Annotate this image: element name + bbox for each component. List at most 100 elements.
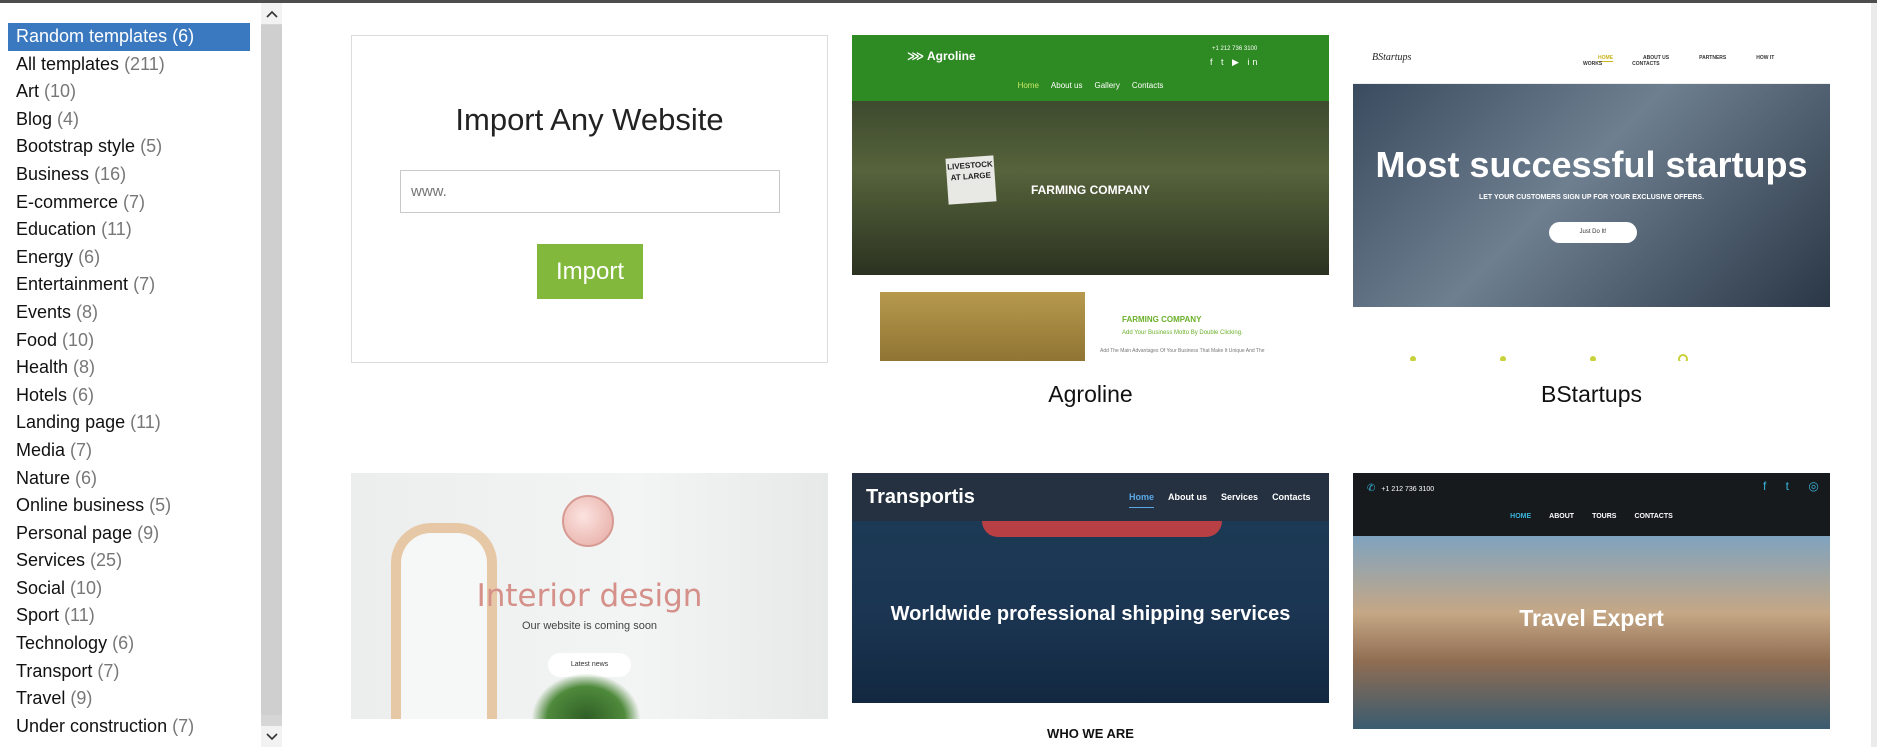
category-item[interactable]: E-commerce (7) (8, 189, 250, 217)
category-item[interactable]: Bootstrap style (5) (8, 133, 250, 161)
category-item[interactable]: Transport (7) (8, 658, 250, 686)
transportis-header: Transportis Home About us Services Contacts (852, 473, 1329, 521)
category-item[interactable]: Social (10) (8, 575, 250, 603)
category-item[interactable]: Blog (4) (8, 106, 250, 134)
category-item[interactable]: Entertainment (7) (8, 271, 250, 299)
category-item[interactable]: All templates (211) (8, 51, 250, 79)
category-count: (8) (73, 357, 96, 378)
scrollbar-thumb[interactable] (261, 25, 282, 715)
travel-header: ✆ +1 212 736 3100 f t ◎ HOME ABOUT TOURS CON… (1353, 473, 1830, 536)
category-item[interactable]: Education (11) (8, 216, 250, 244)
agroline-hero-text: FARMING COMPANY (1030, 183, 1151, 197)
category-item[interactable]: Nature (6) (8, 465, 250, 493)
bstartups-hero-sub: LET YOUR CUSTOMERS SIGN UP FOR YOUR EXCL… (1478, 194, 1705, 201)
import-title: Import Any Website (455, 102, 724, 137)
category-item[interactable]: Media (7) (8, 437, 250, 465)
category-label: Art (16, 81, 40, 102)
agroline-hero-image: LIVESTOCK AT LARGE FARMING COMPANY (852, 101, 1329, 275)
category-label: Under construction (16, 715, 168, 736)
category-count: (6) (72, 384, 95, 405)
category-item[interactable]: Business (16) (8, 161, 250, 189)
category-label: Business (16, 163, 90, 184)
category-label: Hotels (16, 384, 68, 405)
category-item[interactable]: Technology (6) (8, 630, 250, 658)
website-url-input[interactable] (400, 170, 780, 213)
travel-social-icons: f t ◎ (1763, 479, 1827, 493)
category-item[interactable]: Hotels (6) (8, 382, 250, 410)
template-thumbnail-transportis[interactable]: Transportis Home About us Services Contacts… (852, 473, 1329, 747)
category-list: Random templates (6) All templates (211) A… (8, 23, 250, 747)
category-count: (6) (172, 26, 195, 46)
template-thumbnail-travel[interactable]: ✆ +1 212 736 3100 f t ◎ HOME ABOUT TOURS CON… (1353, 473, 1830, 747)
category-count: (7) (123, 191, 146, 212)
template-name-bstartups[interactable]: BStartups (1353, 381, 1830, 408)
template-thumbnail-agroline[interactable]: ⋙ Agroline +1 212 736 3100 f t ▶ in Home… (852, 35, 1329, 361)
category-label: Transport (16, 660, 93, 681)
category-label: Health (16, 357, 69, 378)
category-count: (16) (94, 163, 127, 184)
category-count: (11) (130, 412, 161, 433)
category-label: Events (16, 301, 72, 322)
scroll-down-button[interactable] (261, 726, 282, 747)
category-item[interactable]: Under construction (7) (8, 713, 250, 741)
category-label: Social (16, 577, 66, 598)
category-count: (11) (101, 219, 132, 240)
agroline-logo: ⋙ Agroline (907, 49, 976, 63)
category-item[interactable]: Health (8) (8, 354, 250, 382)
category-sidebar: Random templates (6) All templates (211) A… (0, 3, 282, 747)
category-label: Travel (16, 688, 66, 709)
bstartups-hero-title: Most successful startups (1375, 144, 1808, 185)
category-count: (6) (75, 467, 98, 488)
category-item[interactable]: Travel (9) (8, 685, 250, 713)
template-name-agroline[interactable]: Agroline (852, 381, 1329, 408)
agroline-section-body: Add The Main Advantages Of Your Business… (1100, 348, 1265, 354)
category-item[interactable]: Personal page (9) (8, 520, 250, 548)
import-button[interactable]: Import (537, 244, 643, 299)
sidebar-scrollbar[interactable] (261, 3, 282, 747)
template-thumbnail-interior[interactable]: Interior design Our website is coming so… (351, 473, 828, 719)
category-item[interactable]: Food (10) (8, 327, 250, 355)
agroline-nav: Home About us Gallery Contacts (1017, 81, 1164, 90)
category-item[interactable]: Random templates (6) (8, 23, 250, 51)
category-count: (8) (76, 301, 99, 322)
category-item[interactable]: Online business (5) (8, 492, 250, 520)
category-item[interactable]: Sport (11) (8, 602, 250, 630)
import-website-card: Import Any Website Import (351, 35, 828, 363)
category-item[interactable]: Energy (6) (8, 244, 250, 272)
category-item[interactable]: Events (8) (8, 299, 250, 327)
category-count: (6) (112, 633, 135, 654)
plant-illustration (531, 673, 641, 719)
category-label: Services (16, 550, 86, 571)
category-count: (25) (90, 550, 123, 571)
travel-hero-text: Travel Expert (1519, 605, 1664, 631)
category-count: (7) (70, 439, 93, 460)
bstartups-decoration (1410, 354, 1688, 361)
category-label: Energy (16, 246, 74, 267)
category-label: Nature (16, 467, 71, 488)
template-thumbnail-bstartups[interactable]: BStartups HOME ABOUT US PARTNERS HOW IT WOR… (1353, 35, 1830, 361)
category-label: E-commerce (16, 191, 119, 212)
category-item[interactable]: Services (25) (8, 547, 250, 575)
bstartups-logo: BStartups (1372, 52, 1412, 63)
category-count: (4) (57, 108, 80, 129)
category-count: (7) (172, 715, 195, 736)
interior-sub: Our website is coming soon (521, 620, 658, 632)
category-count: (9) (70, 688, 93, 709)
page-scrollbar[interactable] (1871, 3, 1877, 747)
agroline-section-sub: Add Your Business Motto By Double Clicki… (1122, 330, 1243, 336)
category-label: All templates (16, 53, 120, 74)
category-item[interactable]: Landing page (11) (8, 409, 250, 437)
category-label: Landing page (16, 412, 126, 433)
scroll-up-button[interactable] (261, 3, 282, 24)
category-label: Personal page (16, 522, 133, 543)
category-count: (10) (62, 329, 95, 350)
category-count: (6) (78, 246, 101, 267)
category-item[interactable]: Art (10) (8, 78, 250, 106)
livestock-sign: LIVESTOCK AT LARGE (945, 155, 997, 205)
category-label: Online business (16, 495, 145, 516)
category-label: Sport (16, 605, 60, 626)
category-count: (10) (70, 577, 103, 598)
category-count: (9) (137, 522, 160, 543)
bstartups-header: BStartups HOME ABOUT US PARTNERS HOW IT WOR… (1353, 35, 1830, 84)
category-count: (10) (44, 81, 77, 102)
